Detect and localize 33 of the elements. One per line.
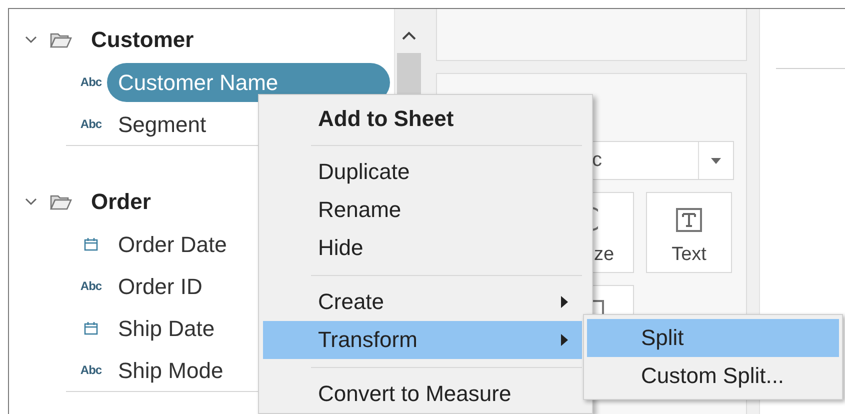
menu-item[interactable]: Rename bbox=[263, 191, 582, 229]
field-item[interactable]: Ship Date bbox=[107, 308, 226, 348]
dropdown-caret-icon bbox=[711, 158, 721, 164]
string-type-label: Abc bbox=[80, 279, 102, 293]
folder-icon bbox=[50, 32, 72, 48]
string-type-label: Abc bbox=[80, 75, 102, 89]
menu-item[interactable]: Convert to Measure bbox=[263, 375, 582, 413]
menu-item[interactable]: Create bbox=[263, 283, 582, 321]
menu-item[interactable]: Split bbox=[587, 319, 839, 357]
chevron-down-icon[interactable] bbox=[25, 34, 37, 46]
menu-item[interactable]: Custom Split... bbox=[587, 357, 839, 395]
scroll-up-icon[interactable] bbox=[402, 31, 416, 41]
menu-item[interactable]: Hide bbox=[263, 229, 582, 267]
group-heading[interactable]: Order bbox=[91, 189, 151, 215]
folder-icon bbox=[50, 194, 72, 210]
menu-item[interactable]: Add to Sheet bbox=[263, 101, 582, 137]
text-icon bbox=[676, 208, 702, 232]
menu-item[interactable]: Duplicate bbox=[263, 153, 582, 191]
field-item[interactable]: Segment bbox=[107, 104, 218, 144]
field-item[interactable]: Customer Name bbox=[107, 62, 390, 102]
submenu-arrow-icon bbox=[561, 296, 568, 308]
submenu-arrow-icon bbox=[561, 334, 568, 346]
text-button[interactable]: Text bbox=[646, 192, 732, 273]
field-item[interactable]: Order ID bbox=[107, 266, 214, 306]
menu-item[interactable]: Transform bbox=[263, 321, 582, 359]
field-item[interactable]: Order Date bbox=[107, 224, 238, 264]
calendar-icon bbox=[84, 237, 98, 251]
string-type-label: Abc bbox=[80, 363, 102, 377]
field-item[interactable]: Ship Mode bbox=[107, 350, 234, 390]
string-type-label: Abc bbox=[80, 117, 102, 131]
group-heading[interactable]: Customer bbox=[91, 27, 194, 53]
calendar-icon bbox=[84, 321, 98, 335]
chevron-down-icon[interactable] bbox=[25, 196, 37, 208]
